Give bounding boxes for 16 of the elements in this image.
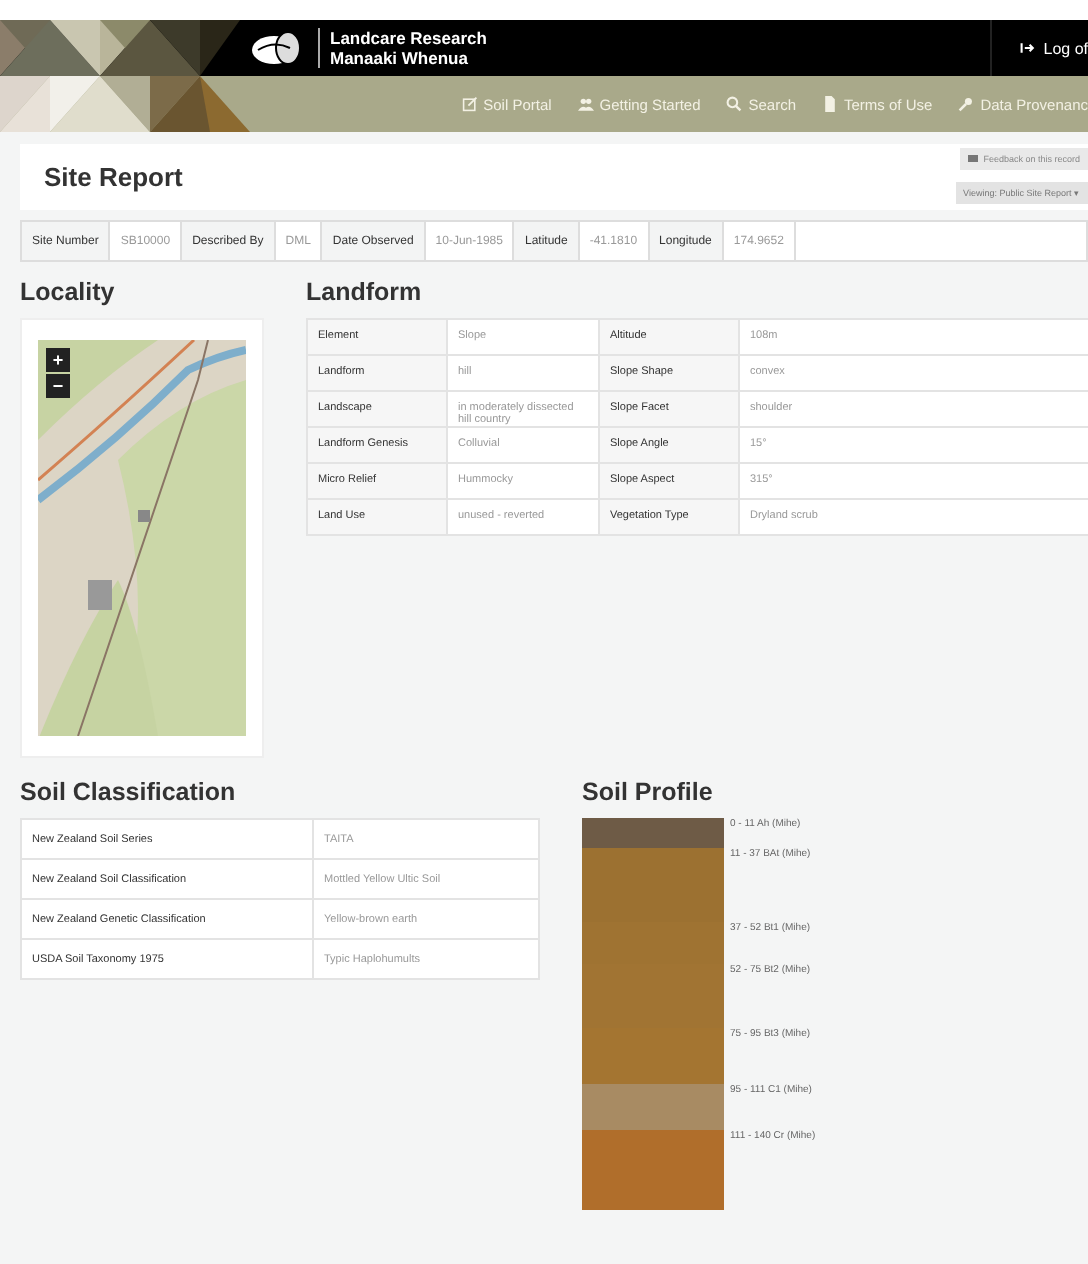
brand-name: Manaaki Whenua — [330, 48, 470, 68]
document-icon — [822, 96, 839, 112]
page-title: Site Report — [44, 162, 183, 192]
section-heading: Locality — [20, 278, 117, 306]
zoom-out-button[interactable]: − — [46, 374, 70, 398]
search-icon — [726, 96, 743, 112]
section-heading: Soil Classification — [20, 778, 238, 806]
zoom-in-button[interactable]: + — [46, 348, 70, 372]
brand-name: Landcare Research — [330, 28, 487, 48]
comment-icon — [967, 154, 978, 164]
users-icon — [577, 96, 594, 112]
edit-icon — [461, 96, 478, 112]
wrench-icon — [958, 96, 975, 112]
section-heading: Landform — [306, 278, 424, 306]
sign-out-icon — [1019, 40, 1036, 56]
section-heading: Soil Profile — [582, 778, 715, 806]
